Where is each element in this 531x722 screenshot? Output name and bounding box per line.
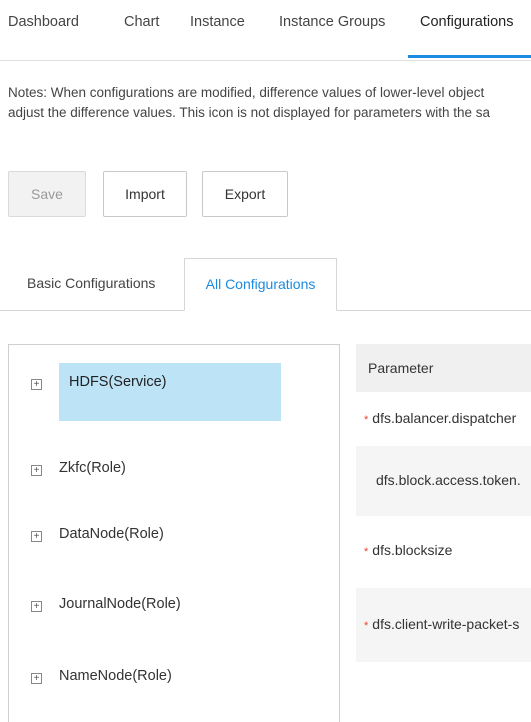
configuration-tabs: Basic Configurations All Configurations: [0, 258, 531, 311]
table-row[interactable]: * dfs.client-write-packet-s: [356, 588, 531, 662]
expand-icon[interactable]: +: [31, 531, 42, 542]
expand-icon[interactable]: +: [31, 673, 42, 684]
tab-basic-configurations[interactable]: Basic Configurations: [27, 258, 155, 310]
tree-item-label: Zkfc(Role): [59, 460, 126, 476]
expand-icon[interactable]: +: [31, 379, 42, 390]
table-row[interactable]: * dfs.balancer.dispatcher: [356, 392, 531, 446]
required-marker: *: [364, 546, 369, 558]
parameter-name: dfs.client-write-packet-s: [372, 616, 520, 632]
selection-highlight: [59, 363, 281, 421]
tab-all-configurations[interactable]: All Configurations: [184, 258, 337, 311]
tab-instance[interactable]: Instance: [190, 14, 245, 30]
notes-text: Notes: When configurations are modified,…: [8, 83, 531, 123]
parameter-name: dfs.blocksize: [372, 542, 453, 558]
expand-icon[interactable]: +: [31, 465, 42, 476]
tree-item-label: HDFS(Service): [69, 374, 167, 390]
import-button[interactable]: Import: [103, 171, 187, 217]
top-nav: Dashboard Chart Instance Instance Groups…: [0, 0, 531, 61]
active-tab-indicator: [408, 55, 531, 58]
parameter-name: dfs.balancer.dispatcher: [372, 410, 517, 426]
export-button[interactable]: Export: [202, 171, 288, 217]
table-row[interactable]: * dfs.blocksize: [356, 516, 531, 588]
tree-item-label: JournalNode(Role): [59, 596, 181, 612]
required-marker: *: [364, 620, 369, 632]
tree-item-label: DataNode(Role): [59, 526, 164, 542]
tab-dashboard[interactable]: Dashboard: [8, 14, 79, 30]
tab-instance-groups[interactable]: Instance Groups: [279, 14, 385, 30]
table-row[interactable]: dfs.block.access.token.: [356, 446, 531, 516]
parameter-table: Parameter * dfs.balancer.dispatcher dfs.b…: [356, 344, 531, 722]
parameter-name: dfs.block.access.token.: [376, 472, 521, 488]
parameter-column-header[interactable]: Parameter: [356, 344, 531, 392]
tab-configurations[interactable]: Configurations: [420, 14, 514, 30]
required-marker: *: [364, 414, 369, 426]
notes-line-1: Notes: When configurations are modified,…: [8, 85, 485, 100]
expand-icon[interactable]: +: [31, 601, 42, 612]
save-button[interactable]: Save: [8, 171, 86, 217]
tab-chart[interactable]: Chart: [124, 14, 159, 30]
notes-line-2: adjust the difference values. This icon …: [8, 105, 491, 120]
configuration-tree: + HDFS(Service) + Zkfc(Role) + DataNode(…: [8, 344, 340, 722]
tree-item-label: NameNode(Role): [59, 668, 172, 684]
